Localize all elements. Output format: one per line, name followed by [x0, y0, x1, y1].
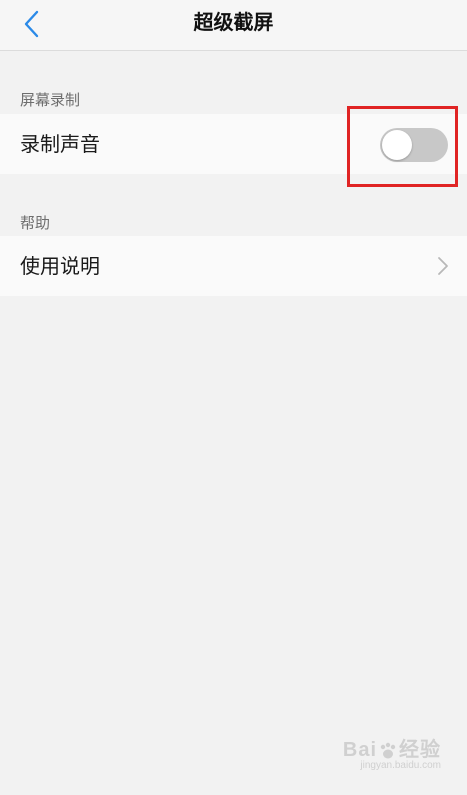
watermark: Bai 经验 jingyan.baidu.com — [343, 733, 441, 771]
watermark-brand-suffix: 经验 — [399, 739, 441, 761]
section-label-help: 帮助 — [20, 214, 51, 232]
row-instructions[interactable]: 使用说明 — [0, 236, 467, 296]
row-label-record-audio: 录制声音 — [20, 132, 100, 156]
section-label-screen-recording: 屏幕录制 — [20, 91, 81, 109]
header-bar: 超级截屏 — [0, 0, 467, 51]
row-record-audio: 录制声音 — [0, 114, 467, 174]
page-title: 超级截屏 — [193, 10, 274, 34]
toggle-knob — [382, 130, 412, 160]
paw-icon — [380, 742, 396, 759]
chevron-right-icon — [438, 257, 448, 275]
watermark-brand-prefix: Bai — [342, 739, 377, 761]
record-audio-toggle[interactable] — [380, 128, 448, 162]
row-label-instructions: 使用说明 — [20, 254, 100, 278]
